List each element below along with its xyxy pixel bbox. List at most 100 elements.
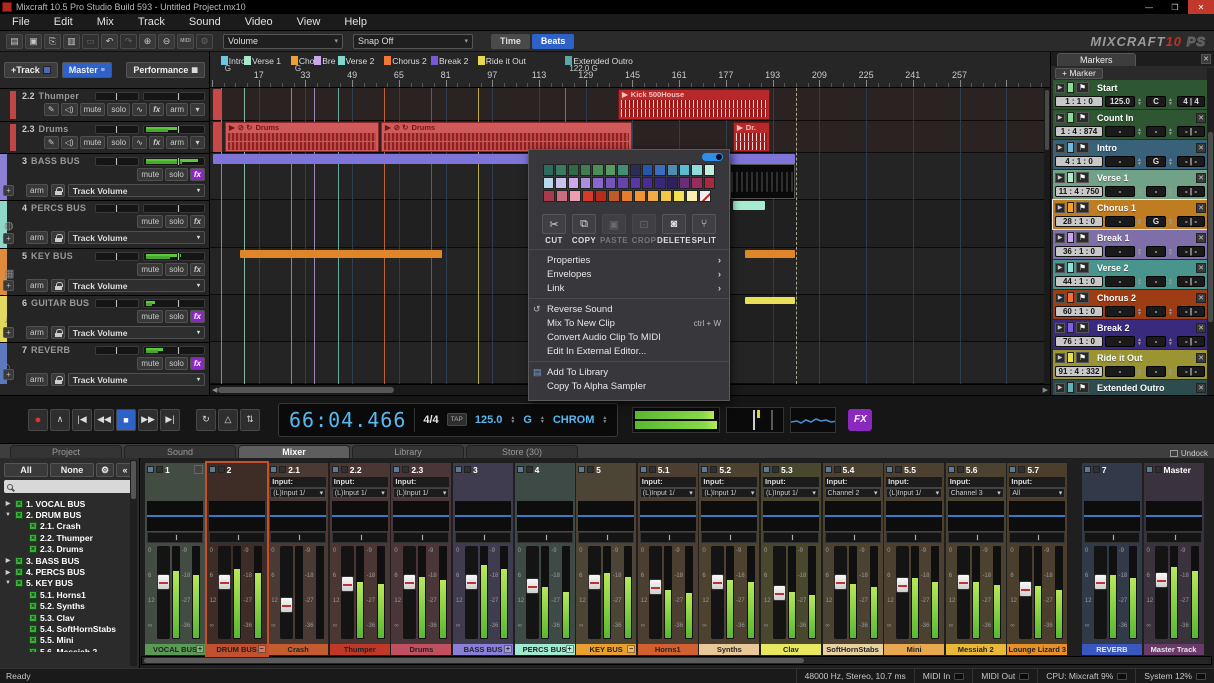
fader-thumb[interactable] (1094, 574, 1107, 590)
strip-pan-slider[interactable] (1009, 532, 1065, 543)
strip-name-tag[interactable]: Master Track (1144, 644, 1204, 655)
marker-tempo[interactable]: - (1105, 246, 1135, 257)
lock-icon[interactable] (51, 279, 65, 292)
tree-checkbox[interactable]: × (15, 511, 23, 519)
marker-tempo[interactable]: 125.0 (1105, 96, 1135, 107)
color-swatch[interactable] (686, 190, 698, 202)
color-swatch[interactable] (673, 190, 685, 202)
input-select[interactable]: (L)Input 1/▾ (332, 488, 388, 498)
strip-pan-slider[interactable] (209, 532, 265, 543)
markers-tab[interactable]: Markers (1057, 53, 1136, 66)
marker-timesig[interactable]: 4 | 4 (1177, 96, 1205, 107)
strip-fader[interactable] (403, 546, 416, 639)
track-volume-slider[interactable] (143, 299, 205, 308)
clip-segment-11[interactable] (745, 297, 795, 304)
marker-delete-icon[interactable]: ✕ (1196, 233, 1206, 243)
solo-button[interactable]: solo (107, 136, 130, 149)
marker-timesig[interactable]: - | - (1177, 186, 1205, 197)
marker-color-chip[interactable] (1067, 172, 1074, 183)
marker-timesig[interactable]: - | - (1177, 306, 1205, 317)
strip-fader[interactable] (1094, 546, 1107, 639)
color-swatch[interactable] (660, 190, 672, 202)
mixer-strip-key-bus[interactable]: 50612∞-9-18-27-36KEY BUS− (576, 463, 636, 655)
mute-button[interactable]: mute (137, 310, 163, 323)
marker-expand-button[interactable]: ▶ (1055, 143, 1065, 153)
marker-position[interactable]: 11 : 4 : 750 (1055, 186, 1103, 197)
lock-icon[interactable] (51, 326, 65, 339)
color-swatch[interactable] (667, 177, 678, 189)
midi-icon[interactable]: MIDI (177, 34, 194, 49)
fader-thumb[interactable] (1155, 572, 1168, 588)
strip-name-tag[interactable]: REVERB (1082, 644, 1142, 655)
go-to-end-button[interactable]: ▶| (160, 409, 180, 431)
strip-collapse-button[interactable]: − (627, 645, 635, 653)
marker-expand-button[interactable]: ▶ (1055, 233, 1065, 243)
marker-item-start[interactable]: ▶⚑Start1 : 1 : 0125.0▲▼C▲▼4 | 4 (1053, 80, 1208, 109)
time-display[interactable]: 66:04.466 (289, 408, 406, 432)
mixer-strip-crash[interactable]: 2.1Input:(L)Input 1/▾0612∞-9-18-27-36Cra… (268, 463, 328, 655)
arm-button[interactable]: arm (26, 231, 48, 244)
add-subtrack-button[interactable]: + (3, 233, 14, 244)
context-item-reverse-sound[interactable]: ↺Reverse Sound (529, 302, 729, 316)
color-swatch[interactable] (634, 190, 646, 202)
marker-position[interactable]: 91 : 4 : 332 (1055, 366, 1103, 377)
marker-key[interactable]: G (1146, 216, 1166, 227)
arm-button[interactable]: arm (26, 184, 48, 197)
mixer-strip-vocal-bus[interactable]: 10612∞-9-18-27-36VOCAL BUS+ (145, 463, 205, 655)
color-swatch[interactable] (642, 177, 653, 189)
strip-pan-slider[interactable] (332, 532, 388, 543)
marker-timesig[interactable]: - | - (1177, 126, 1205, 137)
strip-pan-slider[interactable] (701, 532, 757, 543)
speaker-icon[interactable]: ◁) (61, 136, 78, 149)
marker-item-break-2[interactable]: ▶⚑Break 2✕76 : 1 : 0-▲▼-▲▼- | - (1053, 320, 1208, 349)
key-stepper[interactable]: ▲▼ (1168, 336, 1175, 347)
context-item-edit-in-external-editor[interactable]: Edit In External Editor... (529, 344, 729, 358)
marker-color-chip[interactable] (1067, 262, 1074, 273)
fader-thumb[interactable] (711, 574, 724, 590)
mixer-strip-percs-bus[interactable]: 40612∞-9-18-27-36PERCS BUS+ (515, 463, 575, 655)
mixer-strip-reverb[interactable]: 70612∞-9-18-27-36REVERB (1082, 463, 1142, 655)
marker-color-chip[interactable] (1067, 112, 1074, 123)
menu-edit[interactable]: Edit (42, 16, 85, 28)
input-select[interactable]: All▾ (1009, 488, 1065, 498)
master-fx-button[interactable]: FX (848, 409, 872, 431)
fader-thumb[interactable] (834, 574, 847, 590)
input-select[interactable]: (L)Input 1/▾ (763, 488, 819, 498)
marker-timesig[interactable]: - | - (1177, 216, 1205, 227)
tempo-stepper[interactable]: ▲▼ (1137, 276, 1144, 287)
tempo-value[interactable]: 125.0 (475, 414, 503, 426)
tree-arrow-icon[interactable]: ▼ (4, 512, 12, 518)
track-pan-slider[interactable] (95, 125, 139, 134)
marker-key[interactable]: - (1146, 306, 1166, 317)
marker-position[interactable]: 44 : 1 : 0 (1055, 276, 1103, 287)
color-none-swatch[interactable] (699, 190, 711, 202)
strip-name-tag[interactable]: Synths (699, 644, 759, 655)
loop-button[interactable]: ↻ (196, 409, 216, 431)
marker-timesig[interactable]: - | - (1177, 246, 1205, 257)
mixer-strip-thumper[interactable]: 2.2Input:(L)Input 1/▾0612∞-9-18-27-36Thu… (330, 463, 390, 655)
fx-button[interactable]: fx (190, 215, 205, 228)
fader-thumb[interactable] (526, 578, 539, 594)
master-track-button[interactable]: Master ≡ (62, 62, 112, 78)
strip-eq-display[interactable] (1084, 501, 1140, 531)
strip-expand-icon[interactable] (194, 465, 203, 474)
strip-eq-display[interactable] (886, 501, 942, 531)
fader-thumb[interactable] (773, 585, 786, 601)
tree-arrow-icon[interactable]: ▶ (4, 557, 12, 564)
track-pan-slider[interactable] (95, 157, 139, 166)
strip-fader[interactable] (465, 546, 478, 639)
automation-type-dropdown[interactable]: Volume▾ (223, 34, 343, 49)
zoom-in-icon[interactable]: ⊕ (139, 34, 156, 49)
zoom-out-icon[interactable]: ⊖ (158, 34, 175, 49)
tree-checkbox[interactable]: × (29, 648, 37, 652)
tree-checkbox[interactable]: × (29, 636, 37, 644)
mute-button[interactable]: mute (137, 357, 163, 370)
track-row-guitar-bus[interactable]: 6GUITAR BUSmutesolofx♩armTrack Volume▾+ (0, 295, 209, 342)
beats-mode-button[interactable]: Beats (532, 34, 575, 49)
marker-key[interactable]: - (1146, 186, 1166, 197)
tab-library[interactable]: Library (352, 445, 464, 458)
key-stepper[interactable]: ▲▼ (1168, 186, 1175, 197)
tempo-stepper[interactable]: ▲▼ (1137, 336, 1144, 347)
strip-eq-display[interactable] (1009, 501, 1065, 531)
mute-button[interactable]: mute (80, 103, 106, 116)
